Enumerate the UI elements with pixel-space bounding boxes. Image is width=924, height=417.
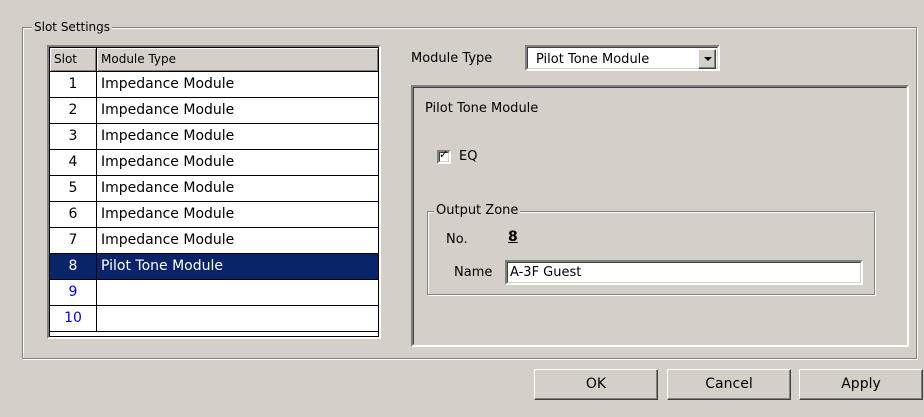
table-row[interactable]: 1 Impedance Module bbox=[50, 72, 378, 98]
apply-button[interactable]: Apply bbox=[799, 369, 923, 400]
cancel-button[interactable]: Cancel bbox=[667, 369, 791, 400]
eq-label[interactable]: EQ bbox=[459, 149, 477, 164]
module-type-label: Module Type bbox=[411, 51, 493, 66]
zone-number-value: 8 bbox=[508, 229, 518, 245]
slot-module-type: Impedance Module bbox=[97, 150, 378, 176]
panel-title: Pilot Tone Module bbox=[425, 101, 539, 116]
slot-number: 1 bbox=[50, 72, 97, 98]
chevron-down-icon bbox=[704, 57, 712, 61]
table-row[interactable]: 6 Impedance Module bbox=[50, 202, 378, 228]
table-row[interactable]: 2 Impedance Module bbox=[50, 98, 378, 124]
header-slot[interactable]: Slot bbox=[50, 48, 97, 72]
header-module-type[interactable]: Module Type bbox=[97, 48, 378, 72]
table-row[interactable]: 10 bbox=[50, 306, 378, 332]
table-row[interactable]: 4 Impedance Module bbox=[50, 150, 378, 176]
slot-module-type: Impedance Module bbox=[97, 124, 378, 150]
table-row[interactable]: 5 Impedance Module bbox=[50, 176, 378, 202]
slot-module-type: Impedance Module bbox=[97, 176, 378, 202]
table-row[interactable]: 3 Impedance Module bbox=[50, 124, 378, 150]
slot-number: 7 bbox=[50, 228, 97, 254]
slot-number: 2 bbox=[50, 98, 97, 124]
output-zone-title: Output Zone bbox=[434, 203, 521, 219]
check-icon: ✓ bbox=[439, 148, 449, 161]
ok-button[interactable]: OK bbox=[534, 369, 658, 400]
zone-name-value: A-3F Guest bbox=[507, 262, 861, 283]
slot-settings-title: Slot Settings bbox=[32, 19, 113, 35]
eq-checkbox[interactable]: ✓ bbox=[437, 148, 451, 164]
slot-number: 10 bbox=[50, 306, 97, 332]
slot-number: 8 bbox=[50, 254, 97, 280]
module-type-value: Pilot Tone Module bbox=[536, 52, 650, 67]
slot-module-type: Impedance Module bbox=[97, 98, 378, 124]
zone-name-input[interactable]: A-3F Guest bbox=[505, 260, 863, 285]
zone-name-label: Name bbox=[454, 265, 493, 280]
slot-module-type: Impedance Module bbox=[97, 72, 378, 98]
slot-number: 5 bbox=[50, 176, 97, 202]
dropdown-button[interactable] bbox=[698, 49, 716, 69]
slot-module-type: Impedance Module bbox=[97, 228, 378, 254]
slot-number: 6 bbox=[50, 202, 97, 228]
table-row[interactable]: 9 bbox=[50, 280, 378, 306]
slot-module-type: Impedance Module bbox=[97, 202, 378, 228]
module-type-select[interactable]: Pilot Tone Module bbox=[525, 45, 720, 71]
zone-number-label: No. bbox=[446, 232, 468, 247]
slot-module-type: Pilot Tone Module bbox=[97, 254, 378, 280]
slot-number: 9 bbox=[50, 280, 97, 306]
slot-number: 4 bbox=[50, 150, 97, 176]
slot-table[interactable]: Slot Module Type 1 Impedance Module 2 Im… bbox=[47, 45, 381, 339]
table-row-selected[interactable]: 8 Pilot Tone Module bbox=[50, 254, 378, 280]
table-row[interactable]: 7 Impedance Module bbox=[50, 228, 378, 254]
slot-module-type bbox=[97, 306, 378, 332]
table-header: Slot Module Type bbox=[50, 48, 378, 72]
slot-number: 3 bbox=[50, 124, 97, 150]
slot-module-type bbox=[97, 280, 378, 306]
